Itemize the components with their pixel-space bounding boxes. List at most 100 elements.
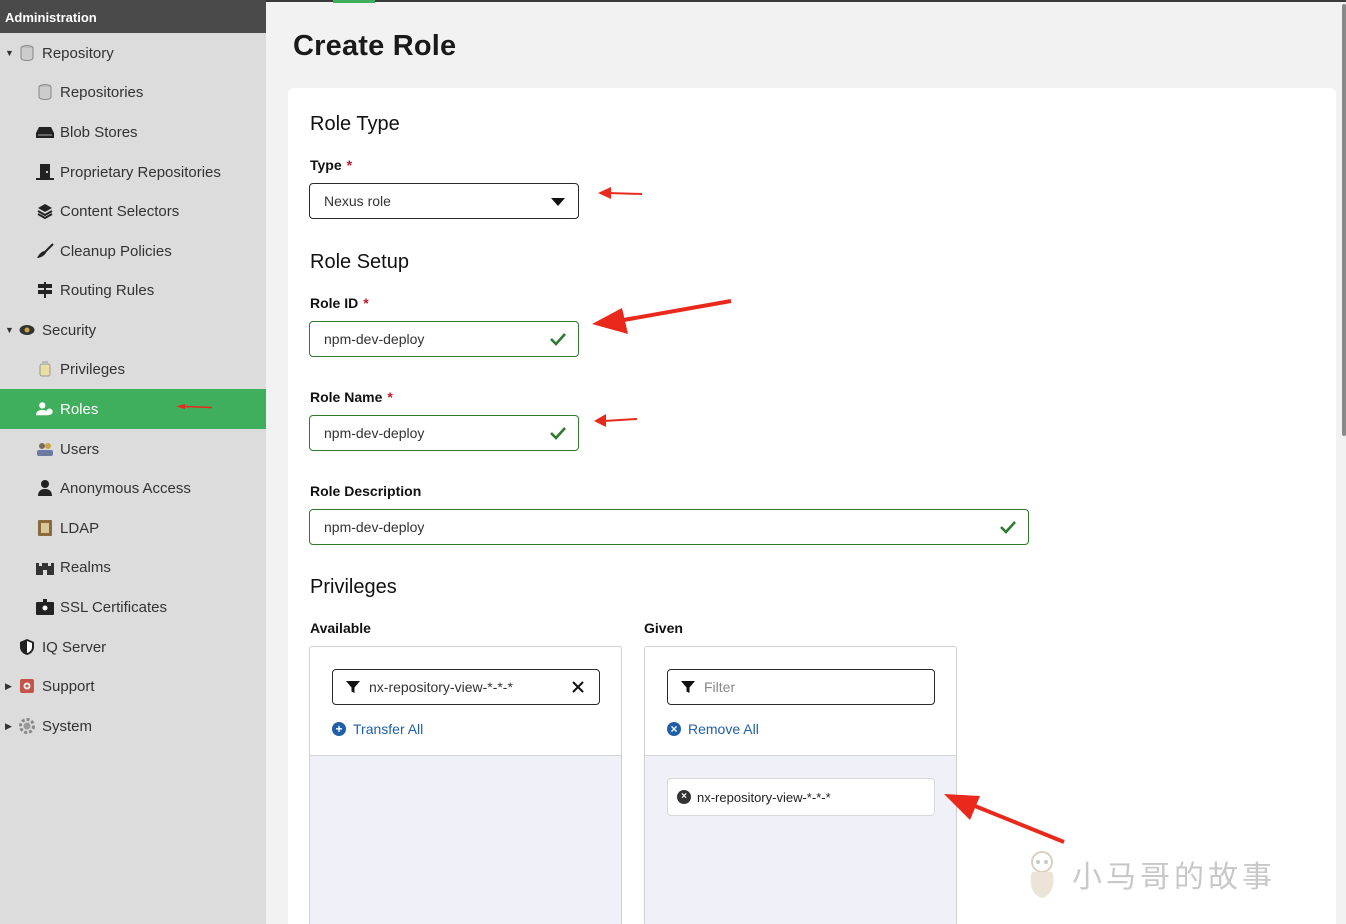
sidebar-item-label: IQ Server [42, 638, 107, 656]
sidebar-item-label: Repository [42, 44, 114, 62]
sidebar-item-privileges[interactable]: Privileges [0, 349, 266, 389]
sidebar-item-system[interactable]: ▶ System [0, 706, 266, 746]
role-name-input[interactable]: npm-dev-deploy [309, 415, 579, 451]
given-filter-input[interactable]: Filter [667, 669, 935, 705]
given-list-body: × nx-repository-view-*-*-* [645, 755, 956, 924]
sidebar-header: Administration [0, 0, 266, 33]
required-mark: * [363, 295, 369, 311]
sidebar-item-repositories[interactable]: Repositories [0, 72, 266, 112]
role-id-label-text: Role ID [310, 295, 359, 311]
available-filter-input[interactable]: nx-repository-view-*-*-* [332, 669, 600, 705]
sidebar-item-realms[interactable]: Realms [0, 547, 266, 587]
cartoon-horse-logo [1030, 851, 1054, 898]
annotation-arrow [594, 414, 638, 427]
gear-icon [18, 717, 36, 735]
type-label: Type * [310, 157, 352, 173]
remove-all-button[interactable]: × Remove All [667, 721, 759, 737]
admin-sidebar: Administration ▼ Repository Repositories… [0, 0, 266, 924]
sidebar-item-content-selectors[interactable]: Content Selectors [0, 191, 266, 231]
sidebar-item-ldap[interactable]: LDAP [0, 508, 266, 548]
sidebar-item-ssl-certificates[interactable]: SSL Certificates [0, 587, 266, 627]
transfer-all-label: Transfer All [353, 721, 424, 737]
transfer-all-button[interactable]: + Transfer All [332, 721, 423, 737]
available-label: Available [310, 620, 371, 636]
sidebar-item-label: SSL Certificates [60, 598, 167, 616]
watermark: 小马哥的故事 [1018, 848, 1276, 900]
remove-circle-icon: × [667, 722, 681, 736]
available-filter-value: nx-repository-view-*-*-* [369, 679, 513, 695]
scrollbar-thumb[interactable] [1342, 4, 1346, 436]
plus-circle-icon: + [332, 722, 346, 736]
sidebar-item-anonymous-access[interactable]: Anonymous Access [0, 468, 266, 508]
sidebar-item-proprietary-repositories[interactable]: Proprietary Repositories [0, 152, 266, 192]
sidebar-item-iq-server[interactable]: IQ Server [0, 627, 266, 667]
sidebar-item-label: System [42, 717, 93, 735]
given-filter-placeholder: Filter [704, 679, 736, 695]
lifebuoy-icon [18, 677, 36, 695]
role-id-input[interactable]: npm-dev-deploy [309, 321, 579, 357]
sidebar-item-label: Privileges [60, 360, 126, 378]
book-icon [36, 519, 54, 537]
sidebar-item-blob-stores[interactable]: Blob Stores [0, 112, 266, 152]
sidebar-item-label: Routing Rules [60, 281, 155, 299]
database-icon [18, 44, 36, 62]
role-description-input[interactable]: npm-dev-deploy [309, 509, 1029, 545]
role-id-value: npm-dev-deploy [324, 331, 425, 347]
sidebar-item-roles[interactable]: Roles [0, 389, 266, 429]
check-icon [550, 427, 566, 440]
eye-shield-icon [18, 321, 36, 339]
sidebar-item-cleanup-policies[interactable]: Cleanup Policies [0, 231, 266, 271]
role-description-value: npm-dev-deploy [324, 519, 425, 535]
shield-icon [18, 638, 36, 656]
given-privilege-item[interactable]: × nx-repository-view-*-*-* [667, 778, 935, 816]
remove-all-label: Remove All [688, 721, 759, 737]
filter-icon [346, 681, 360, 693]
caret-down-icon[interactable]: ▼ [5, 325, 14, 335]
sidebar-item-label: Roles [60, 400, 99, 418]
clear-icon[interactable] [572, 681, 584, 693]
caret-down-icon [551, 198, 565, 206]
remove-item-icon[interactable]: × [677, 790, 691, 804]
sidebar-item-support[interactable]: ▶ Support [0, 666, 266, 706]
sidebar-item-users[interactable]: Users [0, 429, 266, 469]
role-name-value: npm-dev-deploy [324, 425, 425, 441]
id-card-icon [36, 598, 54, 616]
annotation-arrow [592, 299, 732, 334]
role-type-section-title: Role Type [310, 113, 400, 135]
role-id-label: Role ID * [310, 295, 369, 311]
caret-down-icon[interactable]: ▼ [5, 48, 14, 58]
role-setup-section-title: Role Setup [310, 251, 409, 273]
signpost-icon [36, 281, 54, 299]
sidebar-item-label: Repositories [60, 83, 144, 101]
sidebar-item-routing-rules[interactable]: Routing Rules [0, 270, 266, 310]
type-select[interactable]: Nexus role [309, 183, 579, 219]
layers-icon [36, 202, 54, 220]
broom-icon [36, 242, 54, 260]
sidebar-item-security[interactable]: ▼ Security [0, 310, 266, 350]
database-icon [36, 83, 54, 101]
users-icon [36, 440, 54, 458]
door-icon [36, 163, 54, 181]
type-select-value: Nexus role [324, 193, 391, 209]
sidebar-item-label: Cleanup Policies [60, 242, 172, 260]
create-role-form: Role Type Type * Nexus role Role Setup Ro… [288, 88, 1336, 924]
privileges-section-title: Privileges [310, 576, 397, 598]
caret-right-icon[interactable]: ▶ [5, 721, 12, 732]
required-mark: * [387, 389, 393, 405]
sidebar-item-repository[interactable]: ▼ Repository [0, 33, 266, 73]
sidebar-item-label: Proprietary Repositories [60, 163, 221, 181]
check-icon [1000, 521, 1016, 534]
hard-drive-icon [36, 123, 54, 141]
certificate-icon [36, 360, 54, 378]
caret-right-icon[interactable]: ▶ [5, 681, 12, 692]
required-mark: * [346, 157, 353, 173]
page-title: Create Role [293, 30, 457, 62]
given-privileges-list: Filter × Remove All × nx-repository-view… [644, 646, 957, 924]
role-description-label: Role Description [310, 483, 422, 499]
annotation-arrow [598, 187, 643, 199]
sidebar-item-label: Content Selectors [60, 202, 180, 220]
role-name-label-text: Role Name [310, 389, 383, 405]
sidebar-item-label: Support [42, 677, 95, 695]
check-icon [550, 333, 566, 346]
sidebar-item-label: Realms [60, 558, 111, 576]
